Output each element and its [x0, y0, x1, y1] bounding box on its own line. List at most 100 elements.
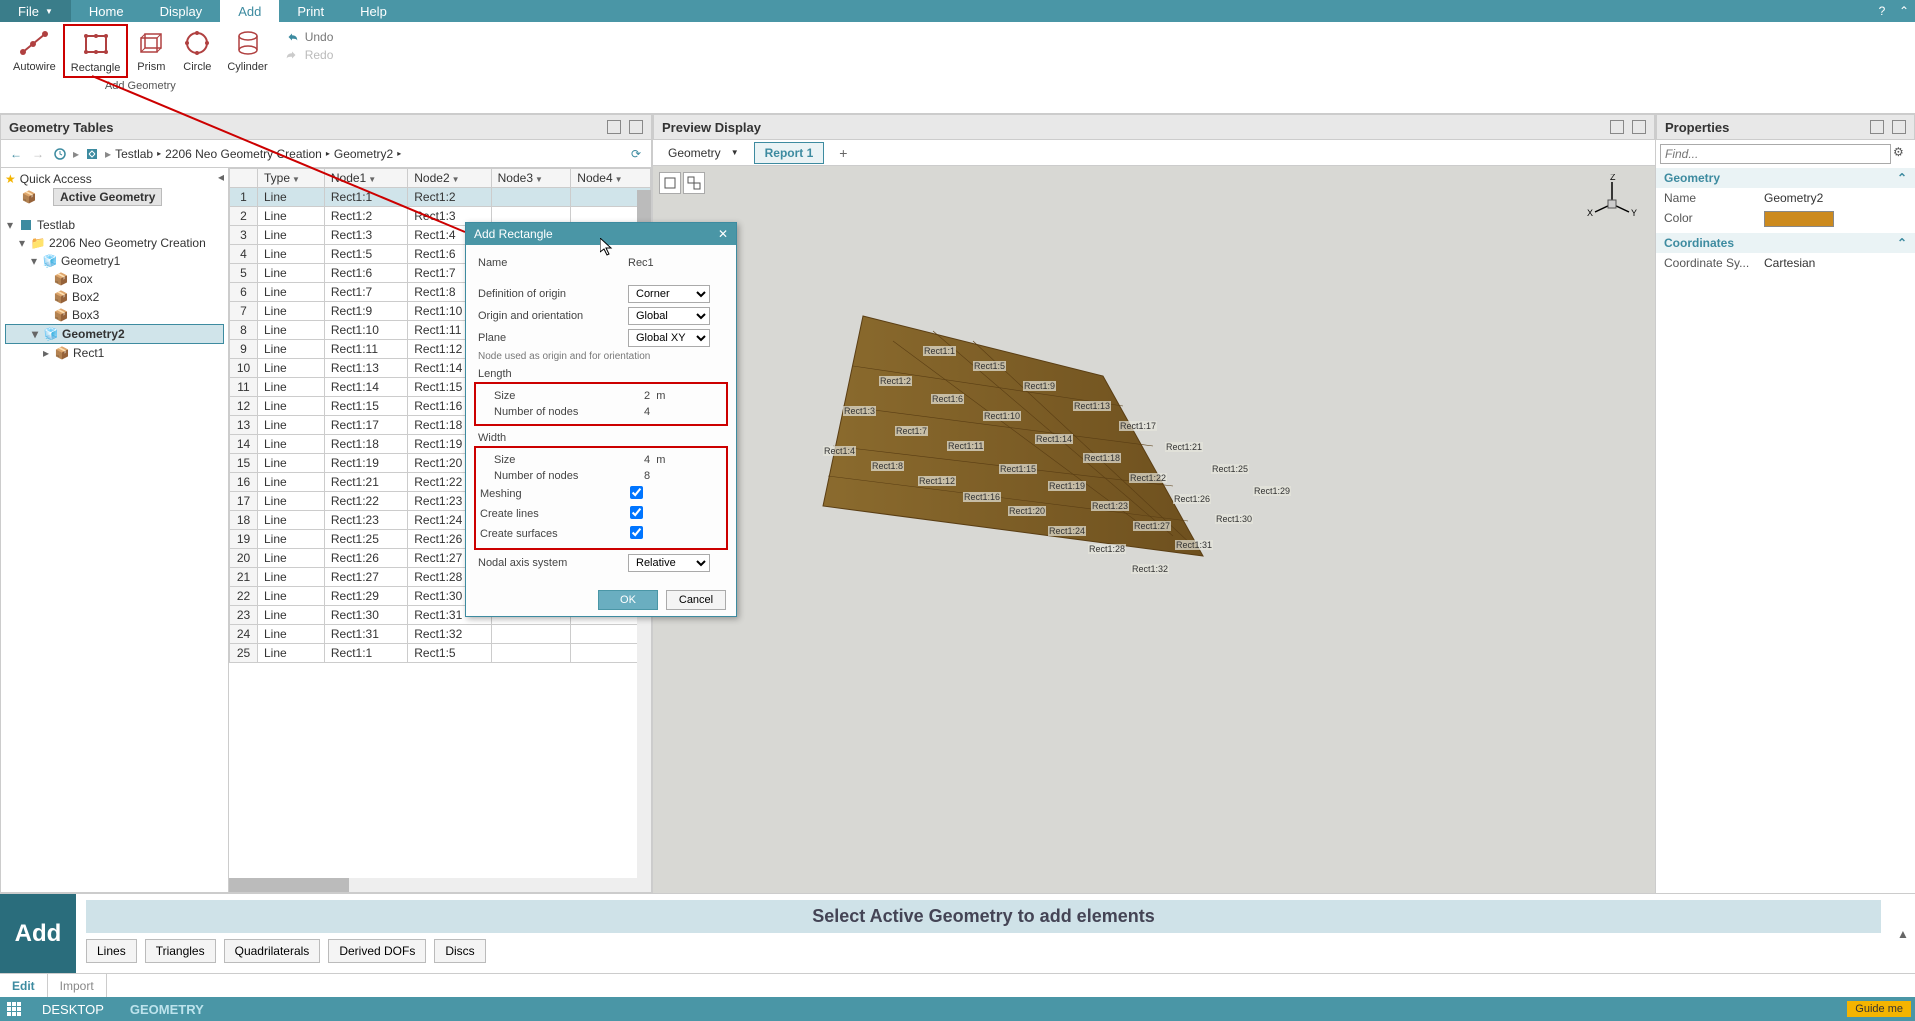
tree-geometry2[interactable]: ▾🧊Geometry2: [5, 324, 224, 344]
gear-icon[interactable]: ⚙: [1893, 145, 1911, 163]
tree-box2[interactable]: 📦Box2: [5, 288, 224, 306]
guide-me-button[interactable]: Guide me: [1847, 1001, 1911, 1017]
layout-single-icon[interactable]: [1632, 120, 1646, 134]
layout-single-icon[interactable]: [1892, 120, 1906, 134]
crumb-geometry[interactable]: Geometry2▸: [334, 147, 401, 161]
ribbon-autowire[interactable]: Autowire: [6, 24, 63, 78]
tree-box3[interactable]: 📦Box3: [5, 306, 224, 324]
layout-single-icon[interactable]: [629, 120, 643, 134]
menu-print[interactable]: Print: [279, 0, 342, 22]
col-node2[interactable]: Node2▼: [408, 169, 491, 188]
bottom-tab-import[interactable]: Import: [48, 974, 107, 997]
col-type[interactable]: Type▼: [258, 169, 325, 188]
menu-home[interactable]: Home: [71, 0, 142, 22]
section-coordinates[interactable]: Coordinates⌃: [1656, 233, 1915, 253]
layout-split-icon[interactable]: [1610, 120, 1624, 134]
nodal-axis-select[interactable]: Relative: [628, 554, 710, 572]
bottom-tab-edit[interactable]: Edit: [0, 974, 48, 997]
width-nodes-value[interactable]: 8: [644, 470, 722, 482]
width-size-value[interactable]: 4: [644, 454, 650, 466]
preview-viewport[interactable]: Z Y X Rect1:1Rect1:2Rect1:3Rect1:4Rect1:…: [653, 166, 1655, 893]
nav-back-icon[interactable]: ←: [7, 145, 25, 163]
dialog-titlebar[interactable]: Add Rectangle ✕: [466, 223, 736, 245]
crumb-project[interactable]: 2206 Neo Geometry Creation▸: [165, 147, 330, 161]
nav-history-icon[interactable]: [51, 145, 69, 163]
layout-split-icon[interactable]: [607, 120, 621, 134]
tab-geometry[interactable]: Geometry▼: [657, 142, 750, 164]
node-label: Rect1:18: [1083, 453, 1121, 463]
length-nodes-value[interactable]: 4: [644, 406, 722, 418]
node-label: Rect1:3: [843, 406, 876, 416]
redo-button[interactable]: Redo: [285, 48, 334, 62]
properties-find-input[interactable]: [1660, 144, 1891, 164]
cancel-button[interactable]: Cancel: [666, 590, 726, 610]
tree-geometry1[interactable]: ▾🧊Geometry1: [5, 252, 224, 270]
preview-tool-1[interactable]: [659, 172, 681, 194]
root-icon[interactable]: [83, 145, 101, 163]
discs-button[interactable]: Discs: [434, 939, 485, 963]
col-node4[interactable]: Node4▼: [571, 169, 651, 188]
menu-help[interactable]: Help: [342, 0, 405, 22]
layout-split-icon[interactable]: [1870, 120, 1884, 134]
dialog-name-value[interactable]: Rec1: [628, 257, 724, 269]
ribbon-cylinder[interactable]: Cylinder: [220, 24, 274, 78]
crumb-testlab[interactable]: Testlab▸: [115, 147, 161, 161]
menu-add[interactable]: Add: [220, 0, 279, 22]
table-row[interactable]: 25LineRect1:1Rect1:5: [230, 644, 651, 663]
lines-button[interactable]: Lines: [86, 939, 137, 963]
status-geometry[interactable]: GEOMETRY: [122, 1002, 212, 1017]
ribbon-prism[interactable]: Prism: [128, 24, 174, 78]
cube-icon: 📦: [21, 189, 37, 205]
add-tab[interactable]: +: [828, 141, 858, 165]
prop-coordsys-value[interactable]: Cartesian: [1764, 256, 1907, 270]
project-tree: ◂ ★Quick Access 📦Active Geometry ▾Testla…: [1, 168, 229, 892]
color-swatch[interactable]: [1764, 211, 1834, 227]
node-label: Rect1:30: [1215, 514, 1253, 524]
create-lines-checkbox[interactable]: [630, 506, 643, 519]
tree-rect1[interactable]: ▸📦Rect1: [5, 344, 224, 362]
tree-root[interactable]: ▾Testlab: [5, 216, 224, 234]
apps-grid-icon[interactable]: [4, 999, 24, 1019]
table-row[interactable]: 24LineRect1:31Rect1:32: [230, 625, 651, 644]
rect-icon: 📦: [54, 345, 70, 361]
tree-collapse-icon[interactable]: ◂: [218, 170, 224, 184]
status-desktop[interactable]: DESKTOP: [34, 1002, 112, 1017]
menu-file[interactable]: File▼: [0, 0, 71, 22]
table-row[interactable]: 1LineRect1:1Rect1:2: [230, 188, 651, 207]
tab-report1[interactable]: Report 1: [754, 142, 825, 164]
ribbon-rectangle[interactable]: Rectangle: [63, 24, 129, 78]
plane-select[interactable]: Global XY: [628, 329, 710, 347]
nav-fwd-icon[interactable]: →: [29, 145, 47, 163]
help-icon[interactable]: ?: [1871, 0, 1893, 22]
undo-button[interactable]: Undo: [285, 30, 334, 44]
def-origin-select[interactable]: Corner: [628, 285, 710, 303]
col-node3[interactable]: Node3▼: [491, 169, 571, 188]
quadrilaterals-button[interactable]: Quadrilaterals: [224, 939, 321, 963]
col-node1[interactable]: Node1▼: [324, 169, 407, 188]
refresh-icon[interactable]: ⟳: [627, 145, 645, 163]
ribbon-group-label: Add Geometry: [105, 78, 176, 94]
preview-tool-2[interactable]: [683, 172, 705, 194]
tree-project[interactable]: ▾📁2206 Neo Geometry Creation: [5, 234, 224, 252]
expand-process-icon[interactable]: ▲: [1891, 894, 1915, 973]
svg-text:Z: Z: [1610, 174, 1616, 182]
ribbon-circle[interactable]: Circle: [174, 24, 220, 78]
length-size-value[interactable]: 2: [644, 390, 650, 402]
triangles-button[interactable]: Triangles: [145, 939, 216, 963]
prop-name-value[interactable]: Geometry2: [1764, 191, 1907, 205]
meshing-checkbox[interactable]: [630, 486, 643, 499]
derived-dofs-button[interactable]: Derived DOFs: [328, 939, 426, 963]
autowire-icon: [18, 27, 50, 59]
collapse-ribbon-icon[interactable]: ⌃: [1893, 0, 1915, 22]
ok-button[interactable]: OK: [598, 590, 658, 610]
active-geometry[interactable]: Active Geometry: [53, 188, 162, 206]
create-surfaces-checkbox[interactable]: [630, 526, 643, 539]
width-group-highlight: Size4 m Number of nodes8 Meshing Create …: [474, 446, 728, 550]
close-icon[interactable]: ✕: [718, 227, 728, 241]
tree-box[interactable]: 📦Box: [5, 270, 224, 288]
table-scrollbar-h[interactable]: [229, 878, 637, 892]
section-geometry[interactable]: Geometry⌃: [1656, 168, 1915, 188]
menu-display[interactable]: Display: [142, 0, 221, 22]
quick-access[interactable]: Quick Access: [20, 172, 92, 186]
orientation-select[interactable]: Global: [628, 307, 710, 325]
